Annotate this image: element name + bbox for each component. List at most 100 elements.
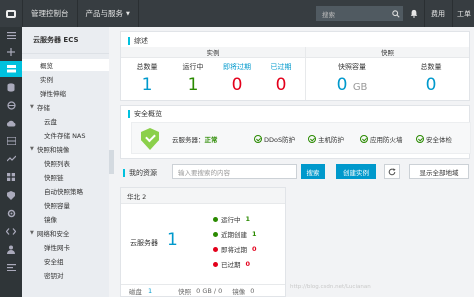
cloud-icon[interactable] xyxy=(0,115,22,131)
feature-host-protection[interactable]: 主机防护 xyxy=(308,134,344,144)
snapshot-label: 快照 xyxy=(178,288,192,296)
storage-icon[interactable] xyxy=(0,133,22,149)
sidebar-item-images[interactable]: 镜像 xyxy=(22,213,109,225)
stat-value[interactable]: 1 xyxy=(171,75,215,95)
stat-value[interactable]: 0 xyxy=(215,75,259,95)
sidebar-item-snapshot-list[interactable]: 快照列表 xyxy=(22,157,109,169)
status-value: 1 xyxy=(245,215,251,223)
sidebar-item-label: 自动快照策略 xyxy=(44,188,83,196)
sidebar-item-label: 文件存储 NAS xyxy=(44,132,86,140)
bell-icon[interactable] xyxy=(406,0,422,27)
sidebar-group-storage[interactable]: ▼ 存储 xyxy=(22,101,109,113)
network-icon[interactable] xyxy=(0,97,22,113)
sidebar-item-autoscaling[interactable]: 弹性伸缩 xyxy=(22,87,109,99)
add-icon[interactable] xyxy=(0,44,22,60)
shield-icon[interactable] xyxy=(0,187,22,203)
status-value: 0 xyxy=(252,245,257,253)
code-icon[interactable] xyxy=(0,223,22,239)
fee-link[interactable]: 费用 xyxy=(424,0,451,27)
sidebar-item-security-groups[interactable]: 安全组 xyxy=(22,255,109,267)
stat-label: 快照容量 xyxy=(338,63,366,71)
check-icon xyxy=(308,135,316,143)
create-instance-button[interactable]: 创建实例 xyxy=(336,164,376,179)
feature-waf[interactable]: 应用防火墙 xyxy=(360,134,403,144)
sidebar-group-snapshots[interactable]: ▼ 快照和镜像 xyxy=(22,143,109,155)
console-home-link[interactable]: 管理控制台 xyxy=(22,0,77,27)
list-icon[interactable] xyxy=(0,259,22,275)
stat-expired: 已过期 0 xyxy=(259,62,303,95)
stat-label[interactable]: 已过期 xyxy=(259,62,303,72)
products-menu[interactable]: 产品与服务 ▼ xyxy=(76,0,139,27)
stat-value[interactable]: 0 xyxy=(259,75,303,95)
search-icon[interactable] xyxy=(388,6,403,21)
status-recently-created[interactable]: 近期创建 1 xyxy=(213,229,257,239)
monitor-icon[interactable] xyxy=(0,151,22,167)
image-label: 镜像 xyxy=(232,288,246,296)
stat-snapshot-capacity: 快照容量 0 GB xyxy=(317,62,387,95)
menu-toggle-icon[interactable] xyxy=(0,27,22,43)
ecs-sidebar: 云服务器 ECS 概览 实例 弹性伸缩 ▼ 存储 云盘 文件存储 NAS ▼ 快照和… xyxy=(22,27,109,297)
image-value[interactable]: 0 xyxy=(250,287,254,295)
resource-search-input[interactable]: 输入要搜索的内容 xyxy=(172,164,297,179)
sidebar-group-network[interactable]: ▼ 网络和安全 xyxy=(22,227,109,239)
status-expiring[interactable]: 即将过期 0 xyxy=(213,244,257,254)
check-icon xyxy=(360,135,368,143)
sidebar-item-snapshot-capacity[interactable]: 快照容量 xyxy=(22,199,109,211)
overview-title: 综述 xyxy=(125,36,148,46)
region-name: 华北 2 xyxy=(121,188,285,204)
grid-icon[interactable] xyxy=(0,169,22,185)
sidebar-item-label: 概览 xyxy=(40,62,53,70)
region-card: 华北 2 云服务器 1 运行中 1 近期创建 1 即将过期 0 已过期 0 磁盘 1 快… xyxy=(120,187,286,297)
sidebar-item-snapshot-chain[interactable]: 快照链 xyxy=(22,171,109,183)
top-search-input[interactable]: 搜索 xyxy=(316,6,388,21)
status-label: 已过期 xyxy=(221,261,241,269)
status-expired[interactable]: 已过期 0 xyxy=(213,259,250,269)
disk-value[interactable]: 1 xyxy=(148,287,152,295)
aliyun-logo[interactable] xyxy=(0,0,22,27)
main-content: 综述 实例 快照 总数量 1 运行中 1 即将过期 0 已过期 0 快照容量 0… xyxy=(114,27,474,297)
stat-value[interactable]: 1 xyxy=(125,75,169,95)
refresh-button[interactable] xyxy=(384,164,400,179)
resources-title: 我的资源 xyxy=(120,168,157,178)
server-status: 正常 xyxy=(204,136,218,144)
server-count-value[interactable]: 1 xyxy=(167,230,178,250)
stat-value[interactable]: 0 xyxy=(401,75,461,95)
database-icon[interactable] xyxy=(0,79,22,95)
disk-label: 磁盘 xyxy=(129,288,142,296)
sidebar-item-eni[interactable]: 弹性网卡 xyxy=(22,241,109,253)
status-value: 1 xyxy=(252,230,257,238)
refresh-icon xyxy=(388,167,396,175)
security-title: 安全概览 xyxy=(125,109,162,119)
ticket-link[interactable]: 工单 xyxy=(452,0,474,27)
feature-security-check[interactable]: 安全体检 xyxy=(416,134,452,144)
snapshot-value[interactable]: 0 GB / 0 xyxy=(196,287,222,295)
ecs-server-icon[interactable] xyxy=(0,61,22,77)
chevron-down-icon: ▼ xyxy=(126,10,130,17)
sidebar-item-keypairs[interactable]: 密钥对 xyxy=(22,269,109,281)
server-security-status: 云服务器：正常 xyxy=(172,134,218,144)
sidebar-item-overview[interactable]: 概览 xyxy=(22,59,109,71)
sidebar-item-label: 实例 xyxy=(40,76,53,84)
feature-label: 主机防护 xyxy=(318,136,344,144)
status-dot xyxy=(213,246,218,252)
watermark-text: http://blog.csdn.net/Lucianan xyxy=(290,284,371,290)
snapshot-capacity-unit: GB xyxy=(352,82,368,93)
sidebar-item-label: 存储 xyxy=(36,104,50,112)
user-icon[interactable] xyxy=(0,241,22,257)
snapshot-capacity-value[interactable]: 0 xyxy=(337,75,348,95)
show-all-regions-button[interactable]: 显示全部地域 xyxy=(409,164,469,179)
stat-label[interactable]: 即将过期 xyxy=(215,62,259,72)
search-button[interactable]: 搜索 xyxy=(301,164,325,179)
region-footer: 磁盘 1 快照 0 GB / 0 镜像 0 xyxy=(121,284,285,297)
sidebar-item-label: 安全组 xyxy=(44,258,64,266)
sidebar-item-label: 弹性伸缩 xyxy=(40,90,66,98)
sidebar-item-instances[interactable]: 实例 xyxy=(22,73,109,85)
sidebar-item-disks[interactable]: 云盘 xyxy=(22,115,109,127)
instances-header: 实例 xyxy=(121,47,305,58)
sidebar-item-nas[interactable]: 文件存储 NAS xyxy=(22,129,109,141)
sidebar-item-auto-snapshot-policy[interactable]: 自动快照策略 xyxy=(22,185,109,197)
settings-icon[interactable] xyxy=(0,205,22,221)
status-running[interactable]: 运行中 1 xyxy=(213,214,250,224)
chevron-down-icon: ▼ xyxy=(30,104,34,110)
feature-ddos[interactable]: DDoS防护 xyxy=(254,134,295,144)
